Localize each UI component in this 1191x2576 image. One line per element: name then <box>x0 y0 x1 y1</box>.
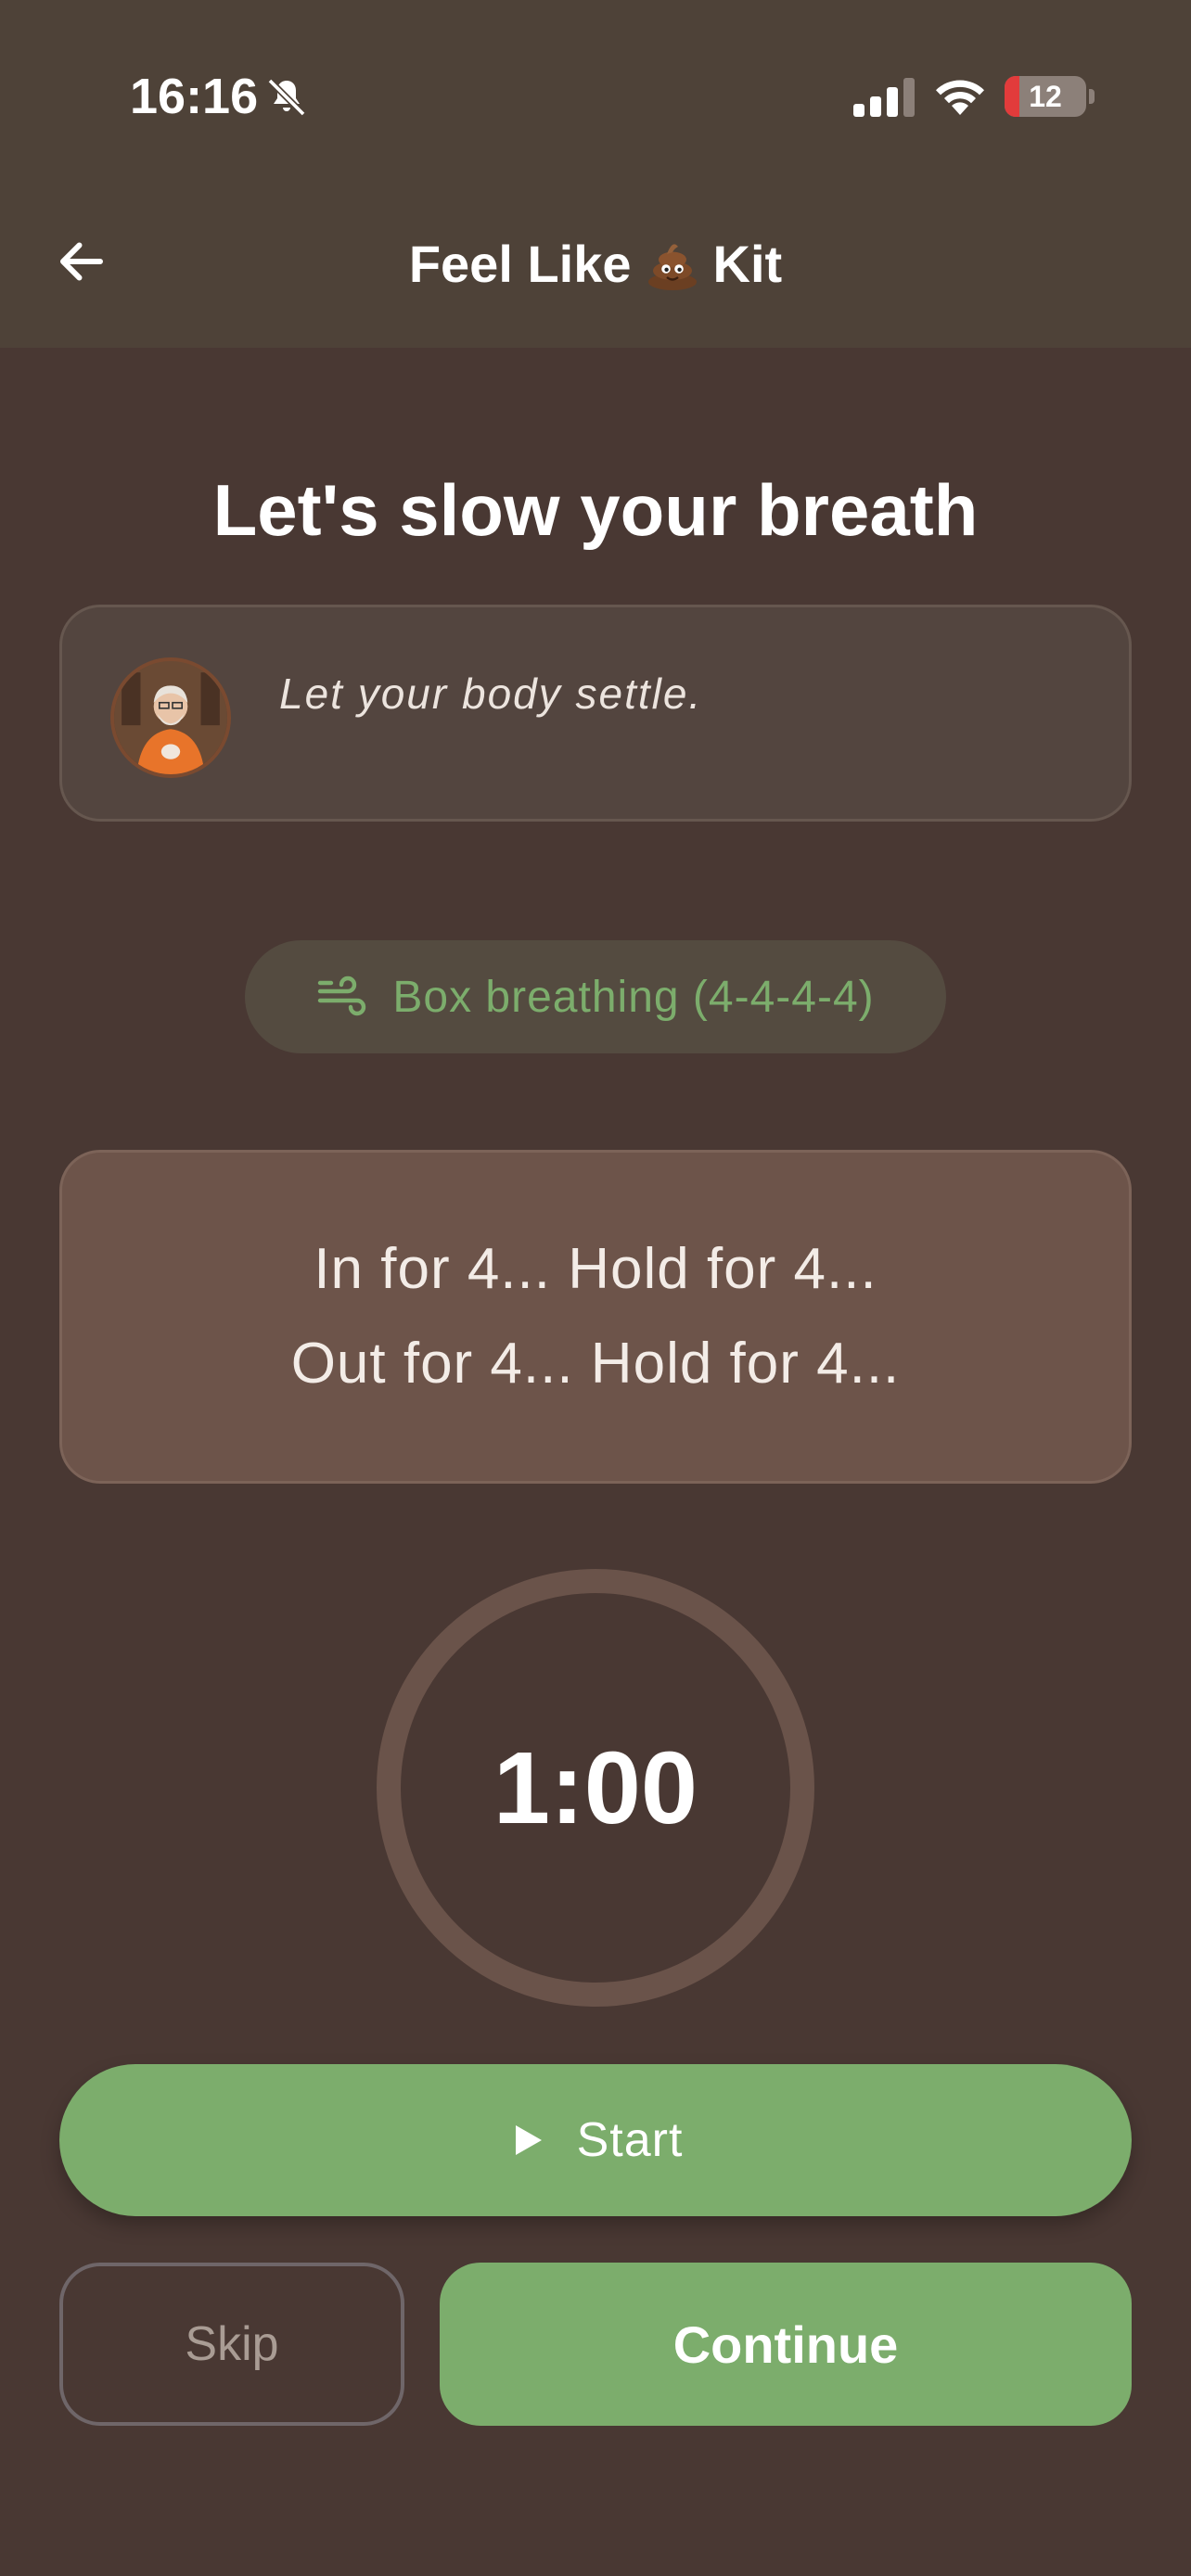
play-icon <box>515 2125 542 2155</box>
avatar <box>110 657 231 778</box>
continue-label: Continue <box>672 2315 899 2374</box>
battery-indicator: 12 <box>1005 76 1086 117</box>
instruction-line-2: Out for 4... Hold for 4... <box>290 1332 901 1396</box>
signal-icon <box>853 78 915 117</box>
instruction-line-1: In for 4... Hold for 4... <box>314 1237 877 1301</box>
quote-text: Let your body settle. <box>279 670 703 718</box>
start-label: Start <box>576 2113 684 2167</box>
timer-value: 1:00 <box>493 1730 698 1845</box>
battery-cap <box>1089 89 1095 104</box>
instruction-card: In for 4... Hold for 4... Out for 4... H… <box>59 1150 1132 1484</box>
nav-title: Feel Like Kit <box>0 230 1191 297</box>
technique-chip[interactable]: Box breathing (4-4-4-4) <box>245 940 946 1053</box>
wifi-icon <box>936 80 984 115</box>
skip-button[interactable]: Skip <box>59 2263 404 2426</box>
quote-card: Let your body settle. <box>59 605 1132 822</box>
battery-percent: 12 <box>1029 79 1062 113</box>
app-header: 16:16 12 Feel Like Kit <box>0 0 1191 348</box>
wind-icon <box>318 976 366 1016</box>
nav-title-prefix: Feel Like <box>408 234 632 293</box>
coach-avatar-icon <box>114 661 227 774</box>
status-time: 16:16 <box>130 69 259 124</box>
bell-slash-icon <box>267 78 306 117</box>
start-button[interactable]: Start <box>59 2064 1132 2216</box>
technique-label: Box breathing (4-4-4-4) <box>392 972 875 1022</box>
continue-button[interactable]: Continue <box>440 2263 1132 2426</box>
timer-ring: 1:00 <box>377 1569 814 2007</box>
poop-icon <box>647 244 697 290</box>
nav-title-suffix: Kit <box>712 234 783 293</box>
page-title: Let's slow your breath <box>212 469 979 551</box>
skip-label: Skip <box>185 2317 279 2371</box>
